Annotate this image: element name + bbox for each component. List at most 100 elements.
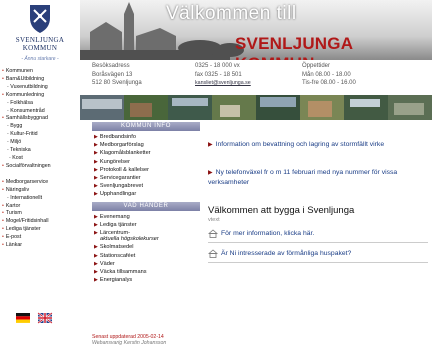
news-link[interactable]: Information om bevattning och lagring av… bbox=[216, 141, 385, 148]
hours-block: Öppettider Mån 08.00 - 18.00 Tis-fre 08.… bbox=[302, 62, 356, 88]
menu-item-label[interactable]: Väcka tillsammans bbox=[100, 269, 147, 275]
uk-flag-icon[interactable] bbox=[37, 312, 53, 324]
menu-item-sublabel[interactable]: aktuella högskolekurser bbox=[94, 235, 200, 243]
sidebar-nav-item[interactable]: Socialförvaltningen bbox=[2, 163, 80, 171]
more-info-link[interactable]: För mer information, klicka här. bbox=[208, 229, 428, 238]
sidebar-nav-item[interactable]: Kost bbox=[2, 155, 80, 163]
house-packages-label[interactable]: Är Ni intresserade av förmånliga huspake… bbox=[221, 250, 351, 257]
news-item[interactable]: ▶ Information om bevattning och lagring a… bbox=[208, 140, 428, 150]
sidebar-nav-item[interactable]: Miljö bbox=[2, 139, 80, 147]
menu-heading-vad-hander: VAD HÄNDER bbox=[92, 201, 200, 211]
sidebar-nav-item[interactable]: Kartor bbox=[2, 203, 80, 211]
menu-item[interactable]: ▶ Energianalys bbox=[92, 276, 200, 284]
arrow-icon: ▶ bbox=[94, 230, 98, 237]
arrow-icon: ▶ bbox=[94, 277, 98, 284]
news-item[interactable]: ▶ Ny telefonväxel fr o m 11 februari med … bbox=[208, 168, 428, 187]
sidebar-nav-item[interactable]: Mogel/Fritidsinhall bbox=[2, 218, 80, 226]
menu-item[interactable]: ▶ Svenljungabrevet bbox=[92, 182, 200, 190]
sidebar-nav-item[interactable]: Barn&Utbildning bbox=[2, 76, 80, 84]
menu-item-label[interactable]: Lediga tjänster bbox=[100, 222, 137, 228]
menu-item-label[interactable]: Medborgarförslag bbox=[100, 142, 144, 148]
tagline: - Ännu starkare - bbox=[21, 56, 59, 62]
main-content: ▶ Information om bevattning och lagring a… bbox=[208, 126, 428, 263]
sidebar-nav-item[interactable]: Länkar bbox=[2, 242, 80, 250]
arrow-icon: ▶ bbox=[94, 260, 98, 267]
menu-item[interactable]: ▶ Protokoll & kallelser bbox=[92, 166, 200, 174]
sidebar-nav-item[interactable]: Tekniska bbox=[2, 147, 80, 155]
german-flag-icon[interactable] bbox=[16, 313, 30, 323]
kommun-name: SVENLJUNGA KOMMUN bbox=[0, 36, 80, 52]
sidebar-nav-item[interactable]: Lediga tjänster bbox=[2, 226, 80, 234]
menu-item[interactable]: ▶ Kungörelser bbox=[92, 158, 200, 166]
sidebar-nav-item[interactable]: Turism bbox=[2, 210, 80, 218]
sidebar: SVENLJUNGA KOMMUN - Ännu starkare - Komm… bbox=[0, 0, 80, 354]
sidebar-nav-item[interactable]: Internationellt bbox=[2, 195, 80, 203]
language-flags bbox=[16, 312, 53, 324]
fax-number: fax 0325 - 18 501 bbox=[195, 71, 242, 78]
menu-item-label[interactable]: Bredbandsinfo bbox=[100, 134, 136, 140]
arrow-icon: ▶ bbox=[94, 166, 98, 173]
email-link[interactable]: kansliet@svenljunga.se bbox=[195, 79, 251, 88]
menu-item-label[interactable]: Svenljungabrevet bbox=[100, 183, 143, 189]
kommun-name-line2: KOMMUN bbox=[22, 44, 58, 52]
more-info-label[interactable]: För mer information, klicka här. bbox=[221, 230, 314, 237]
menu-item[interactable]: ▶ Upphandlingar bbox=[92, 190, 200, 198]
arrow-icon: ▶ bbox=[94, 252, 98, 259]
menu-item-label[interactable]: Stationscaféet bbox=[100, 253, 135, 259]
address-postal: 512 80 Svenljunga bbox=[92, 80, 142, 86]
info-menu: KOMMUN INFO ▶ Bredbandsinfo ▶ Medborgarförs… bbox=[92, 120, 200, 287]
sidebar-nav-item[interactable]: Bygg bbox=[2, 123, 80, 131]
menu-item[interactable]: ▶ Skolmatsedel bbox=[92, 243, 200, 251]
menu-item-label[interactable]: Kungörelser bbox=[100, 159, 130, 165]
menu-item-label[interactable]: Väder bbox=[100, 261, 115, 267]
arrow-icon: ▶ bbox=[94, 191, 98, 198]
menu-item[interactable]: ▶ Stationscaféet bbox=[92, 252, 200, 260]
house-icon bbox=[208, 229, 218, 238]
update-info: Senast uppdaterad 2005-02-14 Webansvarig… bbox=[92, 334, 166, 347]
sidebar-nav-item[interactable]: Näringsliv bbox=[2, 187, 80, 195]
photo-strip bbox=[80, 95, 432, 120]
menu-item[interactable]: ▶ Evenemang bbox=[92, 213, 200, 221]
address-street: Boråsvägen 13 bbox=[92, 71, 133, 78]
menu-item[interactable]: ▶ Lärcentrum-aktuella högskolekurser bbox=[92, 229, 200, 243]
menu-item[interactable]: ▶ Bredbandsinfo bbox=[92, 133, 200, 141]
menu-item-label[interactable]: Upphandlingar bbox=[100, 191, 136, 197]
arrow-icon: ▶ bbox=[94, 269, 98, 276]
menu-item-label[interactable]: Energianalys bbox=[100, 277, 132, 283]
menu-item-label[interactable]: Klagomålsblanketter bbox=[100, 150, 151, 156]
menu-item[interactable]: ▶ Klagomålsblanketter bbox=[92, 149, 200, 157]
hours-mon: Mån 08.00 - 18.00 bbox=[302, 71, 351, 78]
address-block: Besöksadress Boråsvägen 13 512 80 Svenlj… bbox=[92, 62, 142, 88]
menu-item[interactable]: ▶ Väcka tillsammans bbox=[92, 268, 200, 276]
menu-item-label[interactable]: Evenemang bbox=[100, 214, 130, 220]
header-banner: Välkommen till SVENLJUNGA KOMMUN bbox=[80, 0, 432, 60]
arrow-icon: ▶ bbox=[94, 244, 98, 251]
menu-item-label[interactable]: Servicegarantier bbox=[100, 175, 141, 181]
menu-item[interactable]: ▶ Väder bbox=[92, 260, 200, 268]
sidebar-nav-item[interactable]: Konsumentråd bbox=[2, 108, 80, 116]
address-label: Besöksadress bbox=[92, 63, 130, 69]
coat-of-arms-logo[interactable] bbox=[18, 4, 62, 34]
sidebar-nav-item[interactable]: Folkhälsa bbox=[2, 100, 80, 108]
arrow-icon: ▶ bbox=[94, 183, 98, 190]
kommun-info-list: ▶ Bredbandsinfo ▶ Medborgarförslag ▶ Klagomål… bbox=[92, 133, 200, 199]
sidebar-nav-item[interactable]: Medborgarservice bbox=[2, 179, 80, 187]
menu-item-label[interactable]: Protokoll & kallelser bbox=[100, 167, 149, 173]
menu-item[interactable]: ▶ Servicegarantier bbox=[92, 174, 200, 182]
house-packages-link[interactable]: Är Ni intresserade av förmånliga huspake… bbox=[208, 249, 428, 258]
arrow-icon: ▶ bbox=[94, 134, 98, 140]
sidebar-nav-item[interactable]: Kommunledning bbox=[2, 92, 80, 100]
arrow-icon: ▶ bbox=[94, 221, 98, 228]
sidebar-nav-item[interactable]: Vuxenutbildning bbox=[2, 84, 80, 92]
news-link[interactable]: Ny telefonväxel fr o m 11 februari med n… bbox=[208, 169, 397, 186]
menu-item-label[interactable]: Skolmatsedel bbox=[100, 244, 134, 250]
divider bbox=[208, 262, 428, 263]
kommun-name-line1: SVENLJUNGA bbox=[15, 36, 65, 44]
sidebar-nav-item[interactable]: Samhällsbyggnad bbox=[2, 115, 80, 123]
sidebar-nav-item[interactable]: Kommunen bbox=[2, 68, 80, 76]
sidebar-nav-item[interactable]: Kultur-Fritid bbox=[2, 131, 80, 139]
menu-heading-kommun-info: KOMMUN INFO bbox=[92, 122, 200, 131]
menu-item[interactable]: ▶ Medborgarförslag bbox=[92, 141, 200, 149]
sidebar-nav-item[interactable]: E-post bbox=[2, 234, 80, 242]
menu-item[interactable]: ▶ Lediga tjänster bbox=[92, 221, 200, 229]
